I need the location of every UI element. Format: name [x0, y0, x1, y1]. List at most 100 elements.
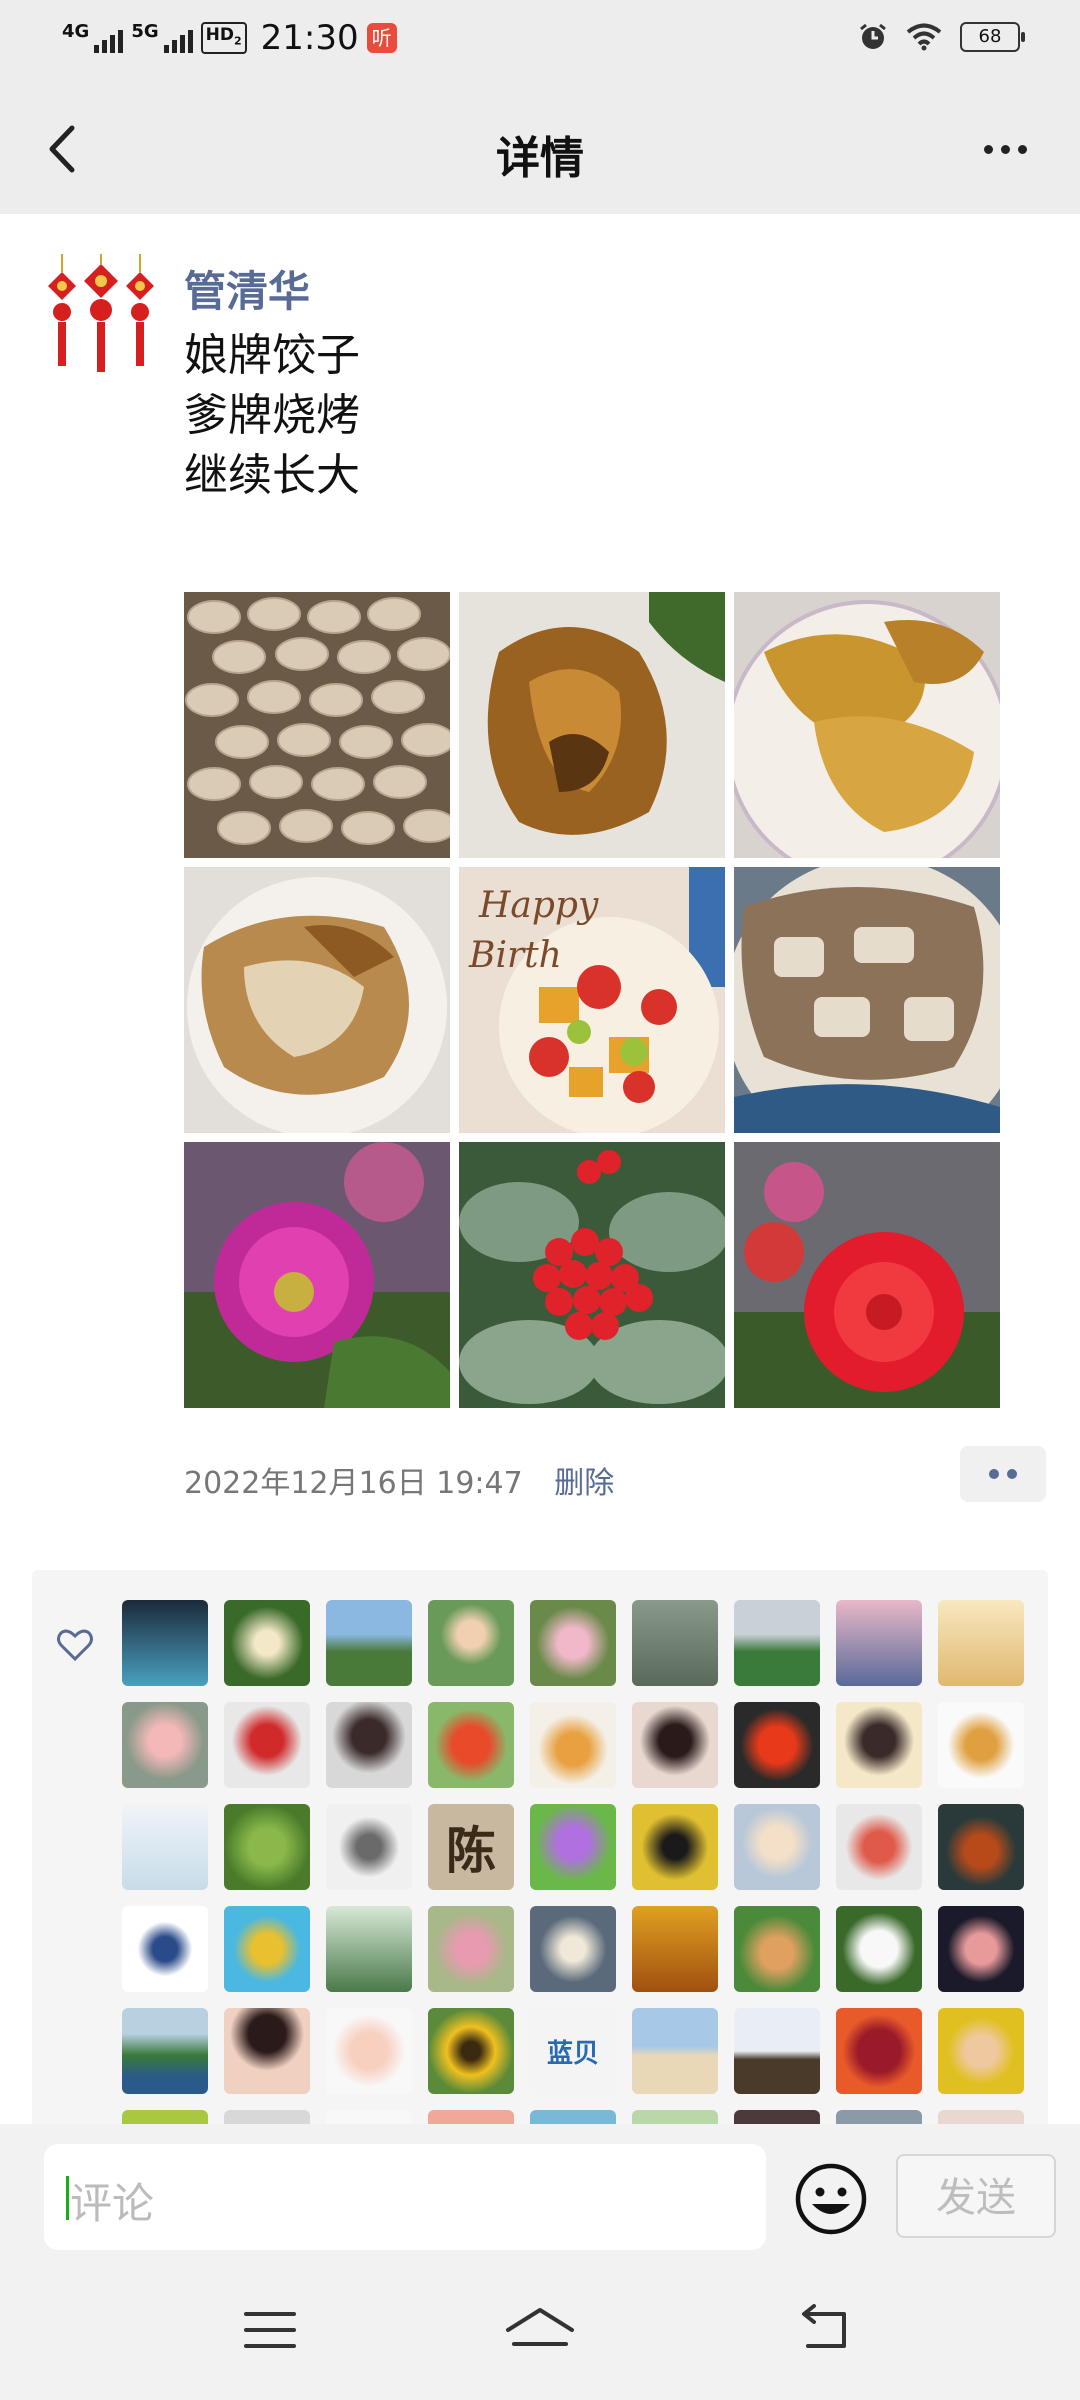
liker-avatar[interactable]	[326, 1804, 412, 1890]
liker-avatar[interactable]	[938, 1600, 1024, 1686]
liker-avatar[interactable]	[224, 2110, 310, 2124]
photo-chicken-legs[interactable]	[734, 592, 1000, 858]
liker-avatar[interactable]	[326, 1906, 412, 1992]
post-meta: 2022年12月16日 19:47 删除	[184, 1458, 614, 1502]
liker-avatar[interactable]	[224, 1702, 310, 1788]
signal-4g-icon: 4G	[62, 23, 124, 53]
comment-placeholder: 评论	[70, 2179, 155, 2228]
liker-avatar[interactable]	[836, 1702, 922, 1788]
liker-avatar[interactable]	[632, 1906, 718, 1992]
liker-avatar[interactable]	[428, 2008, 514, 2094]
liker-avatar[interactable]	[224, 1804, 310, 1890]
hd-badge: HD2	[200, 21, 247, 55]
photo-roast-meat[interactable]	[184, 867, 450, 1133]
photo-red-berries[interactable]	[459, 1142, 725, 1408]
post-text: 娘牌饺子 爹牌烧烤 继续长大	[184, 326, 360, 506]
liker-avatar[interactable]	[224, 1906, 310, 1992]
liker-avatar[interactable]	[836, 1600, 922, 1686]
liker-avatar[interactable]	[632, 2110, 718, 2124]
liker-avatar[interactable]	[938, 2110, 1024, 2124]
liker-avatar[interactable]	[938, 1906, 1024, 1992]
like-comment-button[interactable]	[960, 1446, 1046, 1502]
liker-avatar[interactable]	[326, 2008, 412, 2094]
liker-avatar[interactable]	[734, 1906, 820, 1992]
liker-avatar[interactable]	[326, 2110, 412, 2124]
photo-roast-chicken[interactable]	[459, 592, 725, 858]
liker-avatar[interactable]: 陈	[428, 1804, 514, 1890]
post-detail: 管清华 娘牌饺子 爹牌烧烤 继续长大 Happy Birth 2022年12月1…	[0, 214, 1080, 2124]
svg-text:Birth: Birth	[468, 935, 562, 976]
status-time: 21:30	[260, 18, 359, 58]
liker-avatar[interactable]	[428, 1600, 514, 1686]
liker-avatar[interactable]: 蓝贝	[530, 2008, 616, 2094]
photo-purple-dahlia[interactable]	[184, 1142, 450, 1408]
dot-icon	[1000, 144, 1010, 154]
post-line: 爹牌烧烤	[184, 390, 360, 441]
liker-avatar[interactable]	[836, 2008, 922, 2094]
liker-avatar-grid: 陈 蓝贝	[122, 1600, 1024, 2124]
liker-avatar[interactable]	[122, 2110, 208, 2124]
liker-avatar[interactable]	[530, 1600, 616, 1686]
listen-app-icon: 听	[366, 23, 397, 53]
liker-avatar[interactable]	[326, 1702, 412, 1788]
home-icon[interactable]	[500, 2300, 580, 2360]
liker-avatar[interactable]	[632, 2008, 718, 2094]
liker-avatar[interactable]	[632, 1702, 718, 1788]
emoji-icon[interactable]	[794, 2162, 868, 2236]
back-icon[interactable]	[784, 2300, 864, 2360]
liker-avatar[interactable]	[734, 1804, 820, 1890]
liker-avatar[interactable]	[938, 1702, 1024, 1788]
liker-avatar[interactable]	[734, 1702, 820, 1788]
liker-avatar[interactable]	[122, 1600, 208, 1686]
dot-icon	[1017, 144, 1027, 154]
comment-input[interactable]: 评论	[44, 2144, 766, 2250]
liker-avatar[interactable]	[836, 1906, 922, 1992]
liker-avatar[interactable]	[122, 1702, 208, 1788]
liker-avatar[interactable]	[836, 1804, 922, 1890]
post-date: 2022年12月16日 19:47	[184, 1466, 523, 1501]
liker-avatar[interactable]	[938, 2008, 1024, 2094]
liker-avatar[interactable]	[734, 2008, 820, 2094]
liker-avatar[interactable]	[938, 1804, 1024, 1890]
liker-avatar[interactable]	[530, 1906, 616, 1992]
more-options-button[interactable]	[970, 114, 1040, 184]
photo-birthday-cake[interactable]: Happy Birth	[459, 867, 725, 1133]
dot-icon	[1007, 1469, 1017, 1479]
nav-bar: 详情	[0, 84, 1080, 214]
author-name[interactable]: 管清华	[184, 258, 310, 319]
liker-avatar[interactable]	[428, 1906, 514, 1992]
liker-avatar[interactable]	[326, 1600, 412, 1686]
photo-dumplings[interactable]	[184, 592, 450, 858]
svg-text:Happy: Happy	[478, 885, 599, 926]
dot-icon	[983, 144, 993, 154]
post-line: 娘牌饺子	[184, 330, 360, 381]
liker-avatar[interactable]	[224, 2008, 310, 2094]
liker-avatar[interactable]	[122, 2008, 208, 2094]
liker-avatar[interactable]	[632, 1600, 718, 1686]
liker-avatar[interactable]	[530, 1702, 616, 1788]
liker-avatar[interactable]	[836, 2110, 922, 2124]
photo-red-dahlia[interactable]	[734, 1142, 1000, 1408]
author-avatar[interactable]	[36, 254, 166, 384]
signal-5g-icon: 5G	[131, 23, 193, 53]
send-button[interactable]: 发送	[896, 2154, 1056, 2238]
status-bar: 4G 5G HD2 21:30 听 68	[0, 0, 1080, 84]
heart-icon	[57, 1629, 93, 1662]
liker-avatar[interactable]	[734, 1600, 820, 1686]
delete-link[interactable]: 删除	[554, 1466, 614, 1501]
liker-avatar[interactable]	[530, 2110, 616, 2124]
battery-icon: 68	[960, 22, 1025, 52]
liker-avatar[interactable]	[734, 2110, 820, 2124]
liker-avatar[interactable]	[122, 1804, 208, 1890]
liker-avatar[interactable]	[530, 1804, 616, 1890]
menu-icon[interactable]	[230, 2300, 310, 2360]
liker-avatar[interactable]	[632, 1804, 718, 1890]
photo-bbq-pieces[interactable]	[734, 867, 1000, 1133]
liker-avatar[interactable]	[428, 2110, 514, 2124]
liker-avatar[interactable]	[224, 1600, 310, 1686]
liker-avatar[interactable]	[428, 1702, 514, 1788]
dot-icon	[989, 1469, 999, 1479]
liker-avatar[interactable]	[122, 1906, 208, 1992]
text-cursor	[66, 2176, 69, 2220]
wifi-icon	[906, 23, 942, 51]
